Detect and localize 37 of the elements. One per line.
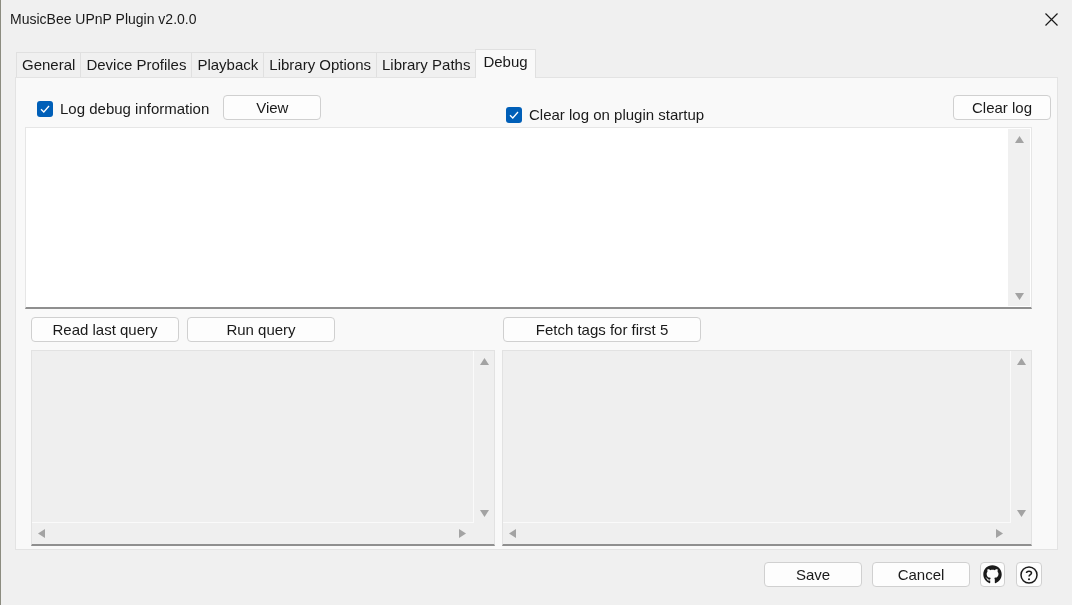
tab[interactable]: Playback bbox=[191, 52, 264, 77]
help-button[interactable] bbox=[1016, 562, 1042, 587]
scroll-up-arrow-icon[interactable] bbox=[1016, 358, 1026, 365]
checkbox-label: Clear log on plugin startup bbox=[529, 105, 705, 125]
tab[interactable]: Library Paths bbox=[376, 52, 476, 77]
checkbox-label: Log debug information bbox=[60, 99, 210, 119]
clear-log-button[interactable]: Clear log bbox=[953, 95, 1051, 120]
scroll-left-arrow-icon[interactable] bbox=[38, 529, 45, 538]
query-button[interactable]: Run query bbox=[187, 317, 335, 342]
scroll-down-arrow-icon[interactable] bbox=[1014, 293, 1024, 300]
output-text-area[interactable] bbox=[502, 350, 1032, 546]
scroll-up-arrow-icon[interactable] bbox=[479, 358, 489, 365]
checkmark-icon bbox=[509, 111, 519, 120]
window-title: MusicBee UPnP Plugin v2.0.0 bbox=[10, 9, 197, 29]
checkbox[interactable] bbox=[506, 107, 522, 124]
help-icon bbox=[1020, 565, 1038, 584]
tab[interactable]: Debug bbox=[475, 49, 536, 78]
checkbox[interactable] bbox=[37, 101, 53, 118]
dialog-button[interactable]: Save bbox=[764, 562, 862, 587]
scroll-up-arrow-icon[interactable] bbox=[1014, 136, 1024, 143]
github-button[interactable] bbox=[980, 562, 1005, 587]
scroll-down-arrow-icon[interactable] bbox=[479, 510, 489, 517]
scroll-right-arrow-icon[interactable] bbox=[996, 529, 1003, 538]
output-text-area[interactable] bbox=[31, 350, 495, 546]
scroll-right-arrow-icon[interactable] bbox=[459, 529, 466, 538]
tab[interactable]: Library Options bbox=[263, 52, 376, 77]
scroll-down-arrow-icon[interactable] bbox=[1016, 510, 1026, 517]
close-icon[interactable] bbox=[1045, 12, 1058, 26]
query-button[interactable]: Read last query bbox=[31, 317, 179, 342]
fetch-tags-button[interactable]: Fetch tags for first 5 bbox=[503, 317, 701, 342]
tab[interactable]: Device Profiles bbox=[80, 52, 192, 77]
github-logo-icon bbox=[983, 565, 1002, 584]
checkmark-icon bbox=[40, 105, 50, 114]
tab[interactable]: General bbox=[16, 52, 81, 77]
dialog-button[interactable]: Cancel bbox=[872, 562, 970, 587]
scroll-left-arrow-icon[interactable] bbox=[509, 529, 516, 538]
view-button[interactable]: View bbox=[223, 95, 322, 121]
